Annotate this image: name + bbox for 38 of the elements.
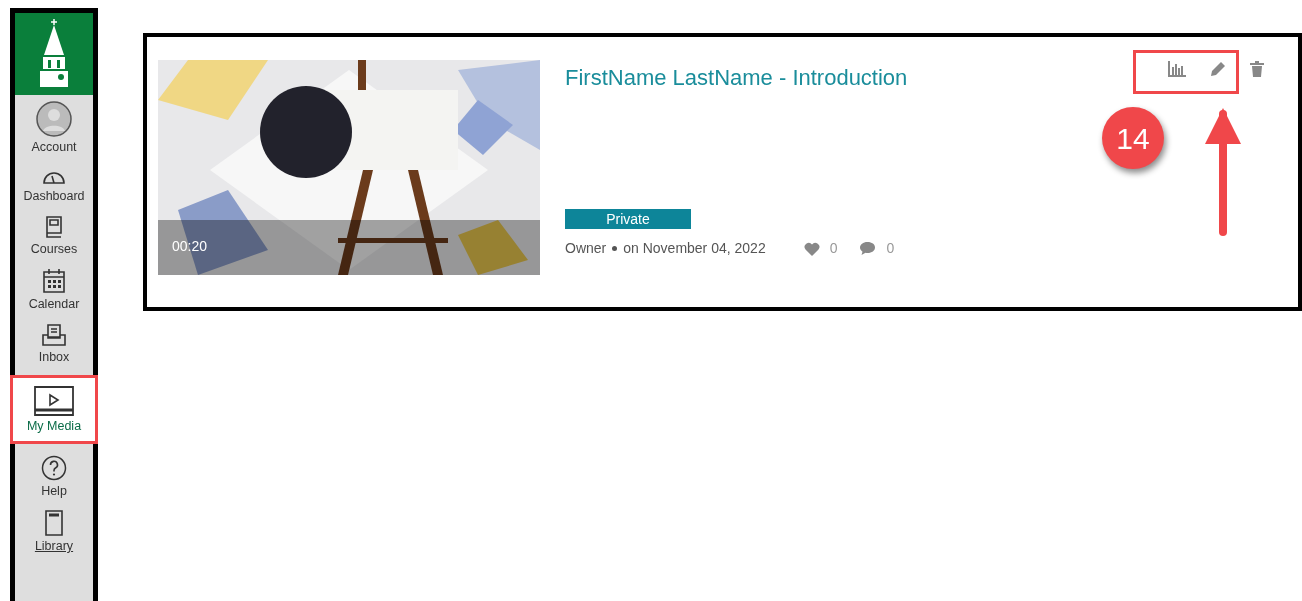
nav-label: Library [34, 539, 74, 553]
book-icon [44, 215, 64, 239]
nav-label: Dashboard [23, 189, 85, 203]
date-label: on November 04, 2022 [623, 239, 766, 258]
video-player-icon [34, 386, 74, 416]
nav-item[interactable]: Dashboard [15, 160, 93, 209]
pencil-icon[interactable] [1210, 61, 1226, 77]
media-title[interactable]: FirstName LastName - Introduction [565, 65, 1298, 91]
nav-item[interactable]: Calendar [15, 262, 93, 317]
nav-item[interactable]: Inbox [15, 317, 93, 370]
nav-label: Courses [30, 242, 78, 256]
logo-header[interactable] [15, 13, 93, 95]
nav-item[interactable]: Library [15, 504, 93, 559]
nav-item[interactable]: Help [15, 449, 93, 504]
trash-icon[interactable] [1250, 61, 1264, 77]
up-arrow-icon [1203, 108, 1243, 236]
step-badge: 14 [1102, 107, 1164, 169]
nav-item[interactable]: Account [15, 95, 93, 160]
book-icon [44, 510, 64, 536]
duration-label: 00:20 [172, 237, 208, 256]
heart-icon[interactable] [803, 241, 820, 256]
nav-item[interactable]: My Media [10, 375, 98, 444]
comments-count: 0 [886, 239, 895, 258]
inbox-icon [41, 323, 67, 347]
nav-label: My Media [26, 419, 82, 433]
status-badge: Private [565, 209, 691, 229]
calendar-icon [42, 268, 66, 294]
nav-item[interactable]: Courses [15, 209, 93, 262]
nav-label: Help [41, 484, 67, 498]
help-icon [41, 455, 67, 481]
bar-chart-icon[interactable] [1168, 61, 1186, 77]
nav-label: Calendar [28, 297, 80, 311]
nav-label: Account [31, 140, 77, 154]
owner-label: Owner [565, 239, 607, 258]
comment-icon[interactable] [859, 241, 877, 256]
nav-label: Inbox [38, 350, 70, 364]
likes-count: 0 [829, 239, 838, 258]
avatar-icon [36, 101, 72, 137]
